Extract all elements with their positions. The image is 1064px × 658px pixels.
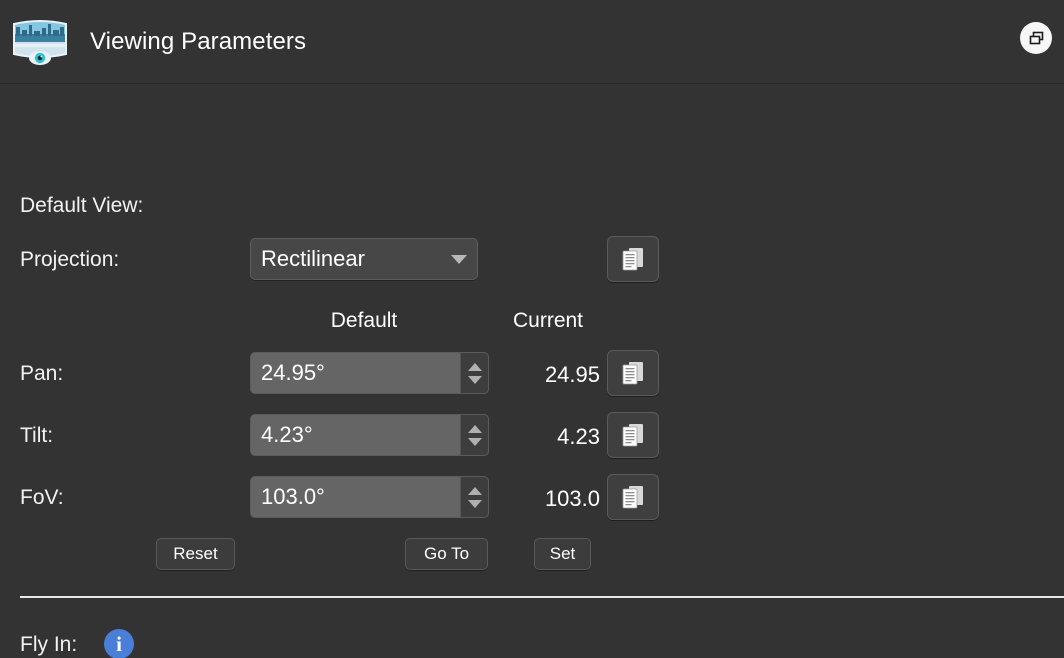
default-projection-value: Rectilinear	[261, 246, 365, 271]
fov-default-value[interactable]: 103.0°	[251, 477, 460, 517]
fov-label: FoV:	[20, 486, 64, 509]
tilt-current-value: 4.23	[557, 424, 600, 449]
tilt-default-value[interactable]: 4.23°	[251, 415, 460, 455]
chevron-down-icon	[451, 254, 467, 264]
copy-pan-button[interactable]	[607, 350, 659, 396]
reset-button[interactable]: Reset	[156, 538, 235, 570]
copy-default-projection-button[interactable]	[607, 236, 659, 282]
pan-current-value: 24.95	[544, 362, 600, 387]
stepper-up-icon[interactable]	[467, 424, 482, 433]
info-icon[interactable]: i	[104, 629, 134, 658]
titlebar: Viewing Parameters	[0, 0, 1064, 84]
section-divider	[20, 596, 1064, 598]
viewing-parameters-panel: Viewing Parameters Default View: Project…	[0, 0, 1064, 658]
go-to-button[interactable]: Go To	[405, 538, 488, 570]
default-projection-label: Projection:	[20, 248, 120, 271]
stepper-down-icon[interactable]	[467, 437, 482, 446]
page-title: Viewing Parameters	[90, 27, 307, 55]
stepper-up-icon[interactable]	[467, 362, 482, 371]
fov-stepper[interactable]	[460, 477, 488, 517]
default-projection-dropdown[interactable]: Rectilinear	[250, 238, 478, 280]
set-button[interactable]: Set	[534, 538, 591, 570]
pan-default-spinner[interactable]: 24.95°	[250, 352, 489, 394]
pan-default-value[interactable]: 24.95°	[251, 353, 460, 393]
pan-stepper[interactable]	[460, 353, 488, 393]
column-header-current: Current	[512, 309, 584, 332]
stepper-down-icon[interactable]	[467, 499, 482, 508]
tilt-default-spinner[interactable]: 4.23°	[250, 414, 489, 456]
stepper-up-icon[interactable]	[467, 486, 482, 495]
restore-window-icon[interactable]	[1020, 22, 1052, 54]
panorama-eye-icon	[10, 18, 70, 66]
pan-label: Pan:	[20, 362, 64, 385]
copy-fov-button[interactable]	[607, 474, 659, 520]
fov-default-spinner[interactable]: 103.0°	[250, 476, 489, 518]
default-view-section-label: Default View:	[20, 194, 144, 217]
copy-tilt-button[interactable]	[607, 412, 659, 458]
tilt-stepper[interactable]	[460, 415, 488, 455]
fly-in-section-label: Fly In:	[20, 633, 78, 656]
column-header-default: Default	[330, 309, 398, 332]
fov-current-value: 103.0	[544, 486, 600, 511]
stepper-down-icon[interactable]	[467, 375, 482, 384]
info-glyph: i	[116, 631, 122, 656]
tilt-label: Tilt:	[20, 424, 54, 447]
